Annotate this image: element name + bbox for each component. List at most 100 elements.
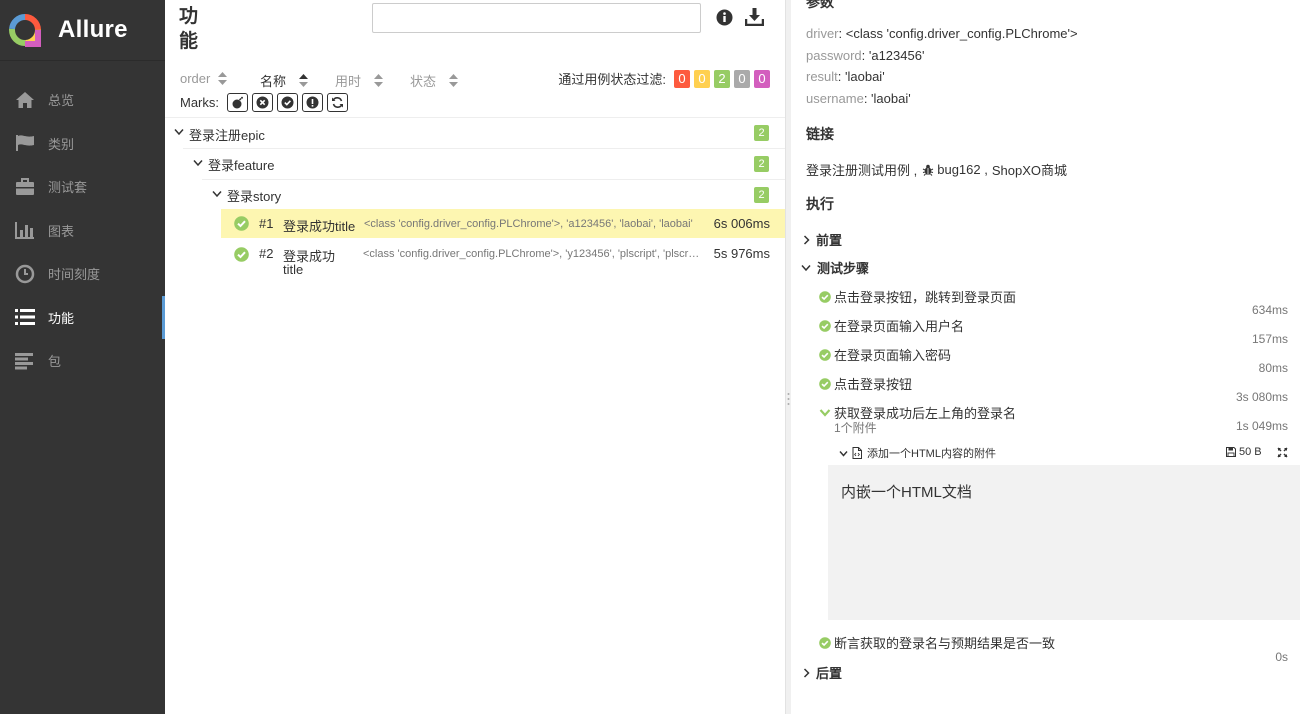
setup-toggle[interactable]: 前置 xyxy=(803,230,842,249)
bug-icon xyxy=(923,164,934,176)
test-case-number: #1 xyxy=(259,216,274,231)
filter-passed-badge[interactable]: 2 xyxy=(714,69,730,88)
floppy-disk-icon xyxy=(1226,447,1236,457)
sidebar-item-label: 图表 xyxy=(48,223,75,239)
expand-icon[interactable] xyxy=(1277,447,1288,458)
param-value: : 'a123456' xyxy=(861,48,925,63)
sidebar-item-label: 包 xyxy=(48,354,62,370)
test-case-duration: 6s 006ms xyxy=(713,216,770,231)
sidebar-item-categories[interactable]: 类别 xyxy=(0,122,165,166)
passed-check-icon xyxy=(819,290,831,303)
tree-group-story[interactable]: 登录story 2 xyxy=(202,179,785,210)
sidebar-item-label: 测试套 xyxy=(48,180,88,196)
test-case-name: 登录成功title xyxy=(283,219,356,234)
sidebar-item-suites[interactable]: 测试套 xyxy=(0,165,165,209)
sidebar-item-label: 总览 xyxy=(48,93,75,109)
step-name: 点击登录按钮，跳转到登录页面 xyxy=(834,290,1017,305)
features-pane: 功能 order 名称 用时 状态 通过用例状态过滤: 0 0 2 0 0 Ma… xyxy=(165,0,785,714)
status-filter-label: 通过用例状态过滤: xyxy=(558,72,666,87)
attachment-content: 内嵌一个HTML文档 xyxy=(841,484,972,501)
briefcase-icon xyxy=(14,177,36,197)
mark-new-failed-button[interactable] xyxy=(252,93,273,112)
mark-new-passed-button[interactable] xyxy=(277,93,298,112)
test-body-toggle[interactable]: 测试步骤 xyxy=(801,258,869,277)
param-value: : 'laobai' xyxy=(863,91,911,106)
refresh-icon xyxy=(332,97,343,108)
attachment-row[interactable]: 添加一个HTML内容的附件 xyxy=(839,445,1289,461)
home-icon xyxy=(14,90,36,110)
marks-bar: Marks: xyxy=(180,93,348,112)
execution-section-title: 执行 xyxy=(806,196,834,212)
group-label: 登录feature xyxy=(208,158,275,173)
attachment-size: 50 B xyxy=(1226,446,1262,458)
step-item[interactable]: 点击登录按钮 xyxy=(819,374,912,393)
tree-group-feature[interactable]: 登录feature 2 xyxy=(183,148,785,179)
test-case-row[interactable]: #2 登录成功 title <class 'config.driver_conf… xyxy=(221,239,785,279)
filter-failed-badge[interactable]: 0 xyxy=(674,69,690,88)
filter-skipped-badge[interactable]: 0 xyxy=(734,69,750,88)
step-name: 点击登录按钮 xyxy=(834,377,913,392)
param-value: : <class 'config.driver_config.PLChrome'… xyxy=(838,26,1078,41)
step-item[interactable]: 在登录页面输入用户名 xyxy=(819,316,964,335)
step-item[interactable]: 断言获取的登录名与预期结果是否一致 xyxy=(819,633,1055,652)
chevron-down-icon xyxy=(839,450,848,457)
sort-by-status[interactable]: 状态 xyxy=(410,71,459,90)
sort-arrows-icon xyxy=(449,74,459,87)
attachment-preview[interactable]: 内嵌一个HTML文档 xyxy=(828,465,1300,620)
sidebar-item-graphs[interactable]: 图表 xyxy=(0,209,165,253)
times-circle-icon xyxy=(256,96,269,109)
tree-group-epic[interactable]: 登录注册epic 2 xyxy=(165,117,785,148)
chevron-down-icon xyxy=(801,264,811,271)
sort-by-order[interactable]: order xyxy=(180,71,228,86)
sidebar-item-packages[interactable]: 包 xyxy=(0,339,165,383)
test-case-params: <class 'config.driver_config.PLChrome'>,… xyxy=(363,248,701,260)
step-item[interactable]: 点击登录按钮，跳转到登录页面 xyxy=(819,287,1016,306)
bar-chart-icon xyxy=(14,220,36,240)
test-body-label: 测试步骤 xyxy=(817,261,870,276)
file-code-icon xyxy=(852,447,862,459)
sort-by-duration[interactable]: 用时 xyxy=(335,71,384,90)
sort-label: order xyxy=(180,71,211,86)
passed-check-icon xyxy=(819,319,831,332)
sidebar-item-behaviors[interactable]: 功能 xyxy=(0,295,165,340)
mark-flaky-button[interactable] xyxy=(227,93,248,112)
link-issue[interactable]: bug162 , xyxy=(937,162,988,177)
download-icon[interactable] xyxy=(744,7,765,29)
page-title: 功能 xyxy=(179,6,199,52)
link-testcase[interactable]: 登录注册测试用例 , xyxy=(806,160,917,179)
allure-logo xyxy=(9,14,41,47)
passed-check-icon xyxy=(819,377,831,390)
attachment-count: 1个附件 xyxy=(834,421,877,435)
info-icon[interactable] xyxy=(716,9,733,29)
param-key: result xyxy=(806,69,838,84)
bomb-icon xyxy=(232,96,243,109)
exclamation-circle-icon xyxy=(306,96,319,109)
attachment-name: 添加一个HTML内容的附件 xyxy=(867,448,996,460)
step-item[interactable]: 在登录页面输入密码 xyxy=(819,345,951,364)
sort-by-name[interactable]: 名称 xyxy=(260,71,309,90)
teardown-toggle[interactable]: 后置 xyxy=(803,663,842,682)
sidebar-item-label: 功能 xyxy=(48,310,75,326)
behaviors-tree: 登录注册epic 2 登录feature 2 登录story 2 xyxy=(165,117,785,210)
test-case-row[interactable]: #1 登录成功title <class 'config.driver_confi… xyxy=(221,209,785,238)
passed-check-icon xyxy=(819,636,831,649)
filter-broken-badge[interactable]: 0 xyxy=(694,69,710,88)
sidebar-item-label: 时间刻度 xyxy=(48,267,101,283)
param-password: password: 'a123456' xyxy=(806,48,924,63)
chevron-down-icon xyxy=(212,191,222,198)
list-icon xyxy=(14,307,36,327)
step-duration: 157ms xyxy=(1251,332,1288,346)
sort-arrows-icon xyxy=(218,72,228,85)
sidebar-item-overview[interactable]: 总览 xyxy=(0,78,165,122)
group-count-badge: 2 xyxy=(754,156,769,172)
drag-handle-icon xyxy=(787,393,790,405)
link-tms[interactable]: ShopXO商城 xyxy=(992,160,1067,179)
brand[interactable]: Allure xyxy=(0,0,165,61)
search-input[interactable] xyxy=(372,3,701,33)
mark-retries-button[interactable] xyxy=(327,93,348,112)
sort-label: 状态 xyxy=(410,74,437,89)
mark-new-broken-button[interactable] xyxy=(302,93,323,112)
sidebar-nav: 总览 类别 测试套 图表 时间刻度 功能 包 xyxy=(0,78,165,383)
filter-unknown-badge[interactable]: 0 xyxy=(754,69,770,88)
sidebar-item-timeline[interactable]: 时间刻度 xyxy=(0,252,165,296)
